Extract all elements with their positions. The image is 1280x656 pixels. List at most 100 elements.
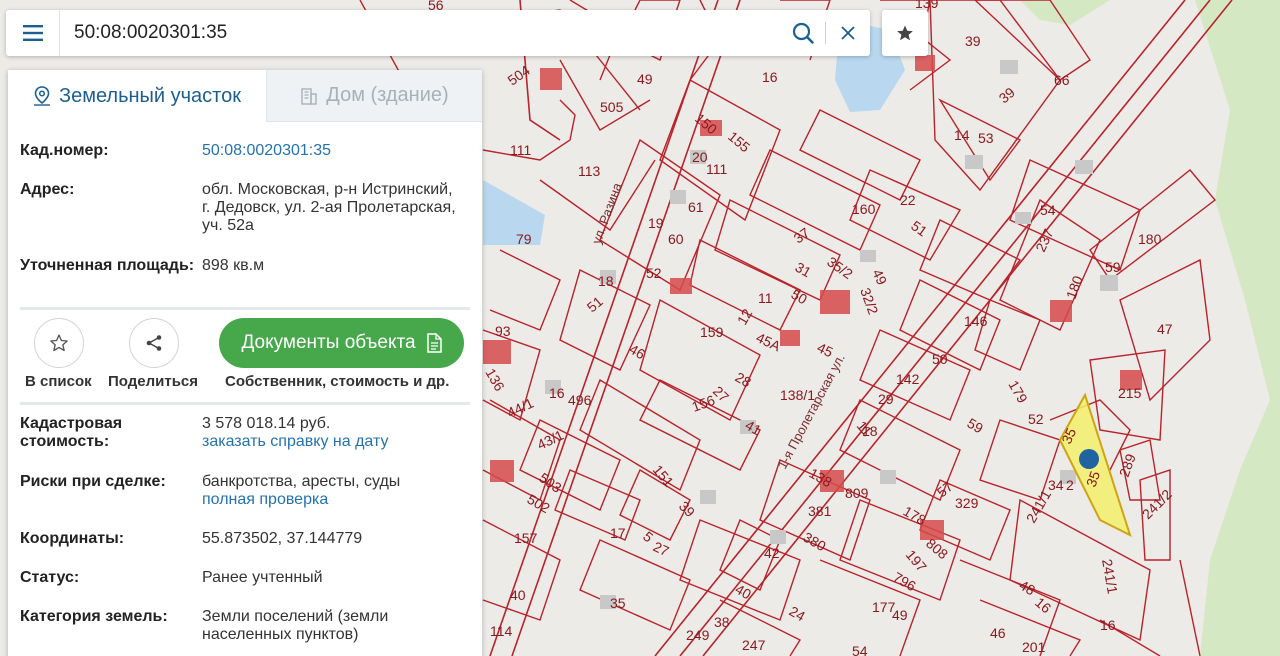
star-icon [897,25,913,41]
parcel-number-label: 381 [808,503,832,519]
cad-number-label: Кад.номер: [20,142,109,159]
parcel-number-label: 54 [1040,202,1056,218]
parcel-number-label: 18 [862,423,878,439]
search-bar [6,10,870,56]
clear-search-button[interactable] [826,10,870,56]
tab-label: Дом (здание) [326,84,449,106]
parcel-number-label: 19 [648,215,664,231]
tab-land-plot[interactable]: Земельный участок [8,70,266,122]
parcel-number-label: 46 [990,625,1006,641]
parcel-number-label: 809 [845,485,869,501]
details-top: Кад.номер: 50:08:0020301:35 Адрес: обл. … [8,122,482,307]
parcel-number-label: 249 [686,627,710,643]
parcel-number-label: 49 [892,607,908,623]
parcel-number-label: 146 [964,313,988,329]
parcel-number-label: 247 [742,637,766,653]
parcel-number-label: 113 [578,163,601,179]
documents-caption: Собственник, стоимость и др. [225,373,450,390]
order-report-link[interactable]: заказать справку на дату [202,433,460,451]
parcel-number-label: 215 [1118,385,1142,401]
risks-label: Риски при сделке: [20,473,166,490]
details-bottom: Кадастровая стоимость: 3 578 018.14 руб.… [8,405,482,648]
parcel-number-label: 22 [900,192,916,208]
documents-button[interactable]: Документы объекта [219,318,464,368]
parcel-number-label: 11 [758,290,773,306]
menu-button[interactable] [6,10,60,56]
full-check-link[interactable]: полная проверка [202,491,460,509]
parcel-number-label: 93 [495,323,511,339]
parcel-number-label: 111 [706,161,727,177]
search-button[interactable] [781,10,825,56]
coords-value: 55.873502, 37.144779 [202,530,363,547]
cad-number-row: Кад.номер: 50:08:0020301:35 [20,142,470,181]
search-input[interactable] [60,10,781,56]
parcel-number-label: 53 [978,130,994,146]
parcel-number-label: 18 [598,273,614,289]
parcel-number-label: 159 [700,324,724,340]
parcel-number-label: 16 [1100,617,1116,633]
parcel-number-label: 160 [852,201,876,217]
area-label: Уточненная площадь: [20,257,195,274]
parcel-number-label: 47 [1157,321,1173,337]
parcel-number-label: 329 [955,495,979,511]
favorites-button[interactable] [882,10,928,56]
parcel-number-label: 42 [764,545,780,561]
parcel-number-label: 16 [762,69,778,85]
add-to-list-button[interactable] [34,318,84,368]
location-pin-icon [33,86,50,106]
location-marker [1079,449,1099,469]
category-row: Категория земель: Земли поселений (земли… [20,608,470,648]
status-row: Статус: Ранее учтенный [20,569,470,608]
parcel-number-label: 2 [1066,477,1074,493]
status-value: Ранее учтенный [202,569,323,586]
parcel-number-label: 54 [852,643,868,656]
documents-button-label: Документы объекта [241,332,416,353]
parcel-number-label: 142 [896,371,920,387]
category-label: Категория земель: [20,608,168,625]
category-value: Земли поселений (земли населенных пункто… [202,608,389,643]
parcel-number-label: 39 [965,33,981,49]
parcel-number-label: 16 [549,385,565,401]
star-outline-icon [50,334,68,352]
parcel-number-label: 52 [646,265,662,281]
tabs: Земельный участок Дом (здание) [8,70,482,122]
building-icon [301,87,317,105]
share-label: Поделиться [108,373,199,390]
add-to-list-label: В список [25,373,92,390]
tab-label: Земельный участок [58,84,241,107]
close-icon [841,26,855,40]
parcel-number-label: 49 [637,71,653,87]
share-button[interactable] [129,318,179,368]
address-value: обл. Московская, р-н Истринский, г. Дедо… [202,181,456,234]
parcel-number-label: 157 [514,530,538,546]
menu-icon [22,25,43,41]
parcel-number-label: 34 [1048,477,1064,493]
address-label: Адрес: [20,181,75,198]
parcel-number-label: 60 [668,231,684,247]
parcel-number-label: 114 [490,623,513,639]
parcel-number-label: 50 [932,351,948,367]
parcel-number-label: 66 [1054,72,1070,88]
parcel-number-label: 505 [600,99,624,115]
parcel-number-label: 111 [510,142,531,158]
parcel-number-label: 17 [610,525,626,541]
parcel-number-label: 40 [510,587,526,603]
risks-value: банкротства, аресты, суды [202,473,401,490]
parcel-number-label: 180 [1138,231,1162,247]
cadastral-value: 3 578 018.14 руб. [202,415,331,432]
parcel-number-label: 35 [610,595,626,611]
coords-label: Координаты: [20,530,125,547]
document-icon [426,333,442,353]
area-row: Уточненная площадь: 898 кв.м [20,257,470,307]
cad-number-link[interactable]: 50:08:0020301:35 [202,142,460,160]
tab-building[interactable]: Дом (здание) [266,70,482,122]
parcel-number-label: 138/1 [780,387,815,403]
parcel-number-label: 52 [1028,411,1044,427]
address-row: Адрес: обл. Московская, р-н Истринский, … [20,181,470,257]
parcel-number-label: 496 [568,392,592,408]
area-value: 898 кв.м [202,257,265,274]
parcel-number-label: 59 [1105,259,1121,275]
parcel-number-label: 29 [878,391,894,407]
cadastral-value-label: Кадастровая стоимость: [20,415,123,450]
parcel-number-label: 38 [714,614,730,630]
